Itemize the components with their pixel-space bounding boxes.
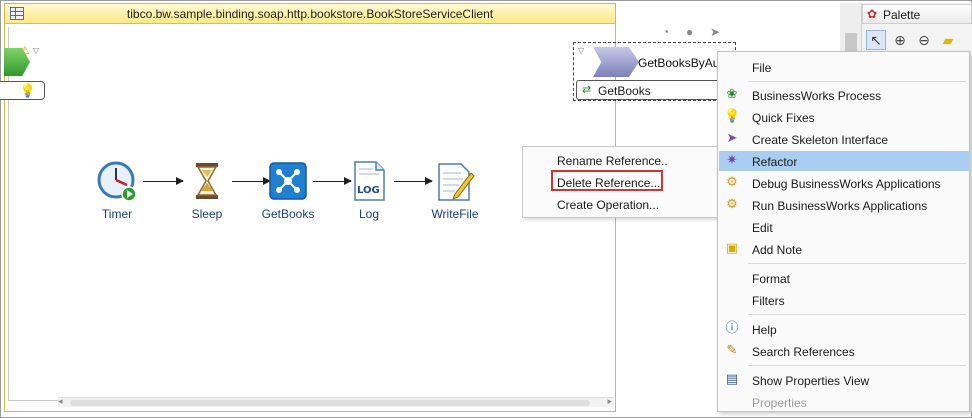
menu-item-bw-process[interactable]: ❀ BusinessWorks Process bbox=[719, 85, 970, 105]
menu-item-format[interactable]: Format bbox=[719, 268, 970, 288]
chevron-down-icon[interactable]: ▽ bbox=[578, 46, 584, 55]
partner-operation[interactable]: ⇄ GetBooks bbox=[576, 80, 721, 100]
activity-label: Timer bbox=[101, 207, 133, 221]
menu-separator bbox=[748, 365, 966, 366]
scroll-thumb[interactable] bbox=[70, 400, 590, 406]
lightbulb-icon: 💡 bbox=[724, 108, 741, 123]
delete-reference-highlight bbox=[551, 170, 663, 191]
skeleton-interface-icon: ➤ bbox=[726, 130, 738, 145]
menu-item-edit[interactable]: Edit bbox=[719, 217, 970, 237]
note-icon: ▣ bbox=[725, 240, 739, 255]
menu-item-label: Properties bbox=[752, 396, 807, 410]
globe-icon[interactable]: ◔ bbox=[662, 25, 669, 39]
menu-item-debug[interactable]: ⚙ Debug BusinessWorks Applications bbox=[719, 173, 970, 193]
menu-item-label: Format bbox=[752, 272, 791, 286]
palette-tools: ↖ ⊕ ⊖ ▰ bbox=[866, 30, 972, 52]
palette-icon: ✿ bbox=[867, 7, 878, 21]
activity-label: GetBooks bbox=[261, 207, 315, 221]
timer-clock-icon bbox=[97, 161, 137, 202]
refactor-icon: ✷ bbox=[726, 152, 738, 167]
activity-label: Sleep bbox=[191, 207, 223, 221]
search-references-icon: ✎ bbox=[726, 342, 738, 357]
menu-item-filters[interactable]: Filters bbox=[719, 290, 970, 310]
menu-item-show-properties-view[interactable]: ▤ Show Properties View bbox=[719, 370, 970, 390]
menu-item-refactor[interactable]: ✷ Refactor bbox=[719, 151, 970, 171]
editor-title-bar[interactable]: tibco.bw.sample.binding.soap.http.bookst… bbox=[5, 4, 615, 24]
activity-log[interactable]: LOG Log bbox=[339, 161, 399, 221]
menu-item-label: BusinessWorks Process bbox=[752, 89, 882, 103]
menu-item-search-references[interactable]: ✎ Search References bbox=[719, 341, 970, 361]
menu-item-label: Help bbox=[752, 323, 777, 337]
menu-item-help[interactable]: ⓘ Help bbox=[719, 319, 970, 339]
menu-item-label: Quick Fixes bbox=[752, 111, 815, 125]
palette-header[interactable]: ✿ Palette bbox=[862, 4, 972, 24]
lightbulb-icon: 💡 bbox=[19, 83, 36, 98]
menu-separator bbox=[748, 263, 966, 264]
note-tool-icon[interactable]: ▰ bbox=[938, 30, 958, 50]
start-operation-box[interactable]: 💡 bbox=[0, 81, 45, 100]
warning-icon: ⚠ bbox=[20, 45, 30, 57]
invoke-service-icon bbox=[269, 162, 307, 200]
menu-item-label: Edit bbox=[752, 221, 773, 235]
menu-item-label: File bbox=[752, 61, 772, 75]
menu-item-label: Show Properties View bbox=[752, 374, 870, 388]
properties-view-icon: ▤ bbox=[725, 371, 739, 386]
activity-getbooks[interactable]: GetBooks bbox=[258, 161, 318, 221]
scroll-right-icon[interactable]: ▸ bbox=[607, 396, 612, 407]
menu-item-label: Filters bbox=[752, 294, 785, 308]
menu-item-label: Refactor bbox=[752, 155, 798, 169]
bw-process-icon: ❀ bbox=[726, 86, 738, 101]
menu-item-label: Search References bbox=[752, 345, 855, 359]
activity-label: WriteFile bbox=[431, 207, 479, 221]
menu-item-rename-reference[interactable]: Rename Reference.. bbox=[557, 154, 668, 168]
menu-item-create-skeleton[interactable]: ➤ Create Skeleton Interface bbox=[719, 129, 970, 149]
reference-arrow-icon[interactable]: ➤ bbox=[710, 25, 720, 39]
menu-item-quick-fixes[interactable]: 💡 Quick Fixes bbox=[719, 107, 970, 127]
write-file-icon bbox=[438, 163, 475, 201]
activity-writefile[interactable]: WriteFile bbox=[425, 161, 485, 221]
menu-separator bbox=[748, 314, 966, 315]
log-icon: LOG bbox=[354, 161, 385, 201]
menu-item-run[interactable]: ⚙ Run BusinessWorks Applications bbox=[719, 195, 970, 215]
zoom-in-icon[interactable]: ⊕ bbox=[890, 30, 910, 50]
partner-badges: ◔ ● ➤ bbox=[620, 25, 732, 41]
zoom-out-icon[interactable]: ⊖ bbox=[914, 30, 934, 50]
menu-item-file[interactable]: File bbox=[719, 57, 970, 77]
operation-icon: ⇄ bbox=[582, 84, 592, 96]
activity-timer[interactable]: Timer bbox=[87, 161, 147, 221]
hourglass-icon bbox=[196, 163, 218, 199]
activity-label: Log bbox=[358, 207, 380, 221]
menu-item-label: Run BusinessWorks Applications bbox=[752, 199, 928, 213]
chevron-down-icon[interactable]: ▽ bbox=[33, 46, 39, 55]
activity-sleep[interactable]: Sleep bbox=[177, 161, 237, 221]
menu-item-create-operation[interactable]: Create Operation... bbox=[557, 198, 659, 212]
menu-item-properties: Properties bbox=[719, 392, 970, 412]
log-icon-text: LOG bbox=[357, 185, 380, 196]
horizontal-scrollbar[interactable]: ◂ ▸ bbox=[58, 396, 614, 407]
editor-title: tibco.bw.sample.binding.soap.http.bookst… bbox=[126, 7, 494, 21]
debug-icon: ⚙ bbox=[726, 174, 738, 189]
menu-item-label: Create Skeleton Interface bbox=[752, 133, 889, 147]
help-icon: ⓘ bbox=[725, 320, 739, 335]
menu-item-add-note[interactable]: ▣ Add Note bbox=[719, 239, 970, 259]
context-menu: File ❀ BusinessWorks Process 💡 Quick Fix… bbox=[717, 51, 970, 412]
scroll-left-icon[interactable]: ◂ bbox=[58, 396, 63, 407]
operation-label: GetBooks bbox=[598, 84, 651, 98]
menu-separator bbox=[748, 81, 966, 82]
select-cursor-icon[interactable]: ↖ bbox=[866, 30, 886, 50]
run-icon: ⚙ bbox=[726, 196, 738, 211]
menu-item-label: Add Note bbox=[752, 243, 803, 257]
menu-item-label: Debug BusinessWorks Applications bbox=[752, 177, 941, 191]
palette-title: Palette bbox=[883, 8, 921, 22]
info-icon[interactable]: ● bbox=[686, 25, 693, 39]
